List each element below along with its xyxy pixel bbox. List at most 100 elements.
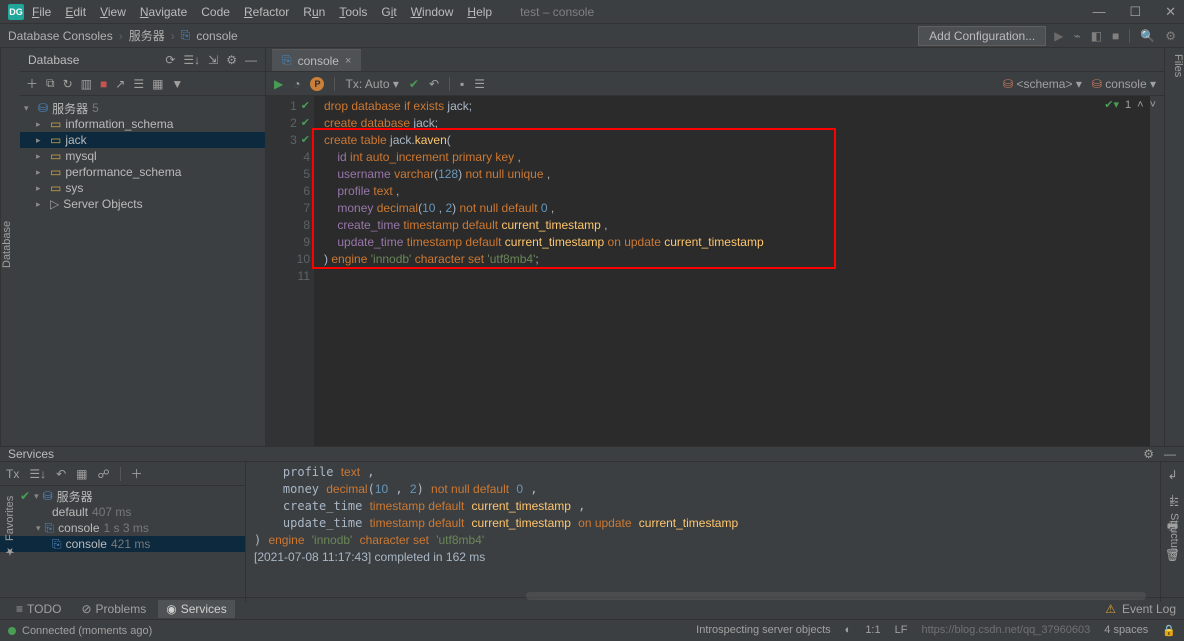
menu-window[interactable]: Window — [411, 5, 454, 19]
menu-tools[interactable]: Tools — [339, 5, 367, 19]
rollback-icon[interactable]: ↶ — [56, 467, 66, 481]
files-tool-stripe[interactable]: Files — [1164, 48, 1184, 446]
table-icon[interactable]: ▦ — [152, 77, 163, 91]
tree-server-objects[interactable]: ▸ ▷ Server Objects — [20, 196, 265, 212]
favorites-tool-stripe[interactable]: ★ Favorites — [0, 462, 20, 592]
tree-jack[interactable]: ▸ ▭ jack — [20, 132, 265, 148]
add-icon[interactable]: ＋ — [131, 465, 143, 482]
cancel-icon[interactable]: ▪ — [460, 77, 464, 91]
menu-refactor[interactable]: Refactor — [244, 5, 289, 19]
tx-icon[interactable]: ☰ — [133, 77, 144, 91]
status-pos[interactable]: 1:1 — [865, 624, 880, 637]
history-icon[interactable]: ◔ — [293, 77, 300, 91]
menu-navigate[interactable]: Navigate — [140, 5, 187, 19]
tree-server-row[interactable]: ▾ ⛁ 服务器 5 — [20, 100, 265, 116]
app-logo: DG — [8, 4, 24, 20]
coverage-icon[interactable]: ◧ — [1091, 29, 1102, 43]
execute-icon[interactable]: ▶ — [274, 77, 283, 91]
chevron-down-icon[interactable]: ▾ — [34, 491, 39, 502]
services-row-console[interactable]: ▾ ⎘ console 1 s 3 ms — [0, 520, 245, 536]
status-lf[interactable]: LF — [895, 624, 908, 637]
status-indent[interactable]: 4 spaces — [1104, 624, 1148, 637]
ddl-icon[interactable]: ▥ — [81, 77, 92, 91]
chevron-right-icon[interactable]: ▸ — [36, 119, 46, 130]
explain-icon[interactable]: P — [310, 77, 324, 91]
collapse-icon[interactable]: ⇲ — [208, 53, 218, 67]
minimize-icon[interactable]: ― — [1092, 4, 1105, 20]
menu-file[interactable]: File — [32, 5, 51, 19]
disconnect-icon[interactable]: ■ — [100, 77, 107, 91]
menu-git[interactable]: Git — [381, 5, 396, 19]
search-icon[interactable]: 🔍 — [1140, 29, 1155, 43]
gear-icon[interactable]: ⚙ — [1143, 447, 1154, 461]
sync-icon[interactable]: ⟳ — [165, 53, 175, 67]
add-configuration-button[interactable]: Add Configuration... — [918, 26, 1046, 46]
tx-mode-select[interactable]: Tx: Auto ▾ — [345, 77, 398, 91]
check-icon: ✔ — [301, 98, 310, 115]
up-icon[interactable]: ˄ — [1137, 99, 1143, 111]
chevron-down-icon[interactable]: ▾ — [24, 103, 34, 114]
chevron-right-icon[interactable]: ▸ — [36, 151, 46, 162]
editor-body[interactable]: 1✔ 2✔ 3✔ 4 5 6 7 8 9 10 11 drop database… — [266, 96, 1164, 446]
stop-icon[interactable]: ■ — [1112, 29, 1119, 43]
status-connected: Connected (moments ago) — [22, 625, 152, 637]
services-output[interactable]: profile text , money decimal(10 , 2) not… — [246, 462, 1160, 602]
tab-todo[interactable]: ≡TODO — [8, 600, 69, 618]
down-icon[interactable]: ˅ — [1150, 99, 1156, 111]
maximize-icon[interactable]: ☐ — [1129, 4, 1141, 20]
rollback-icon[interactable]: ↶ — [429, 77, 439, 91]
refresh-icon[interactable]: ↻ — [63, 77, 73, 91]
horizontal-scrollbar[interactable] — [526, 592, 1146, 600]
jump-icon[interactable]: ↗ — [115, 77, 125, 91]
tab-services[interactable]: ◉Services — [158, 600, 235, 618]
hide-icon[interactable]: ― — [1164, 447, 1176, 461]
settings-icon[interactable]: ⚙ — [1165, 29, 1176, 43]
funnel-icon[interactable]: ▼ — [171, 77, 183, 91]
lock-icon[interactable]: 🔒 — [1162, 624, 1176, 637]
view-icon[interactable]: ☰ — [474, 77, 485, 91]
favorite-icon[interactable]: ☍ — [98, 467, 110, 481]
services-row-default[interactable]: default 407 ms — [0, 504, 245, 520]
close-icon[interactable]: ✕ — [1165, 4, 1176, 20]
debug-icon[interactable]: ⌁ — [1073, 29, 1080, 43]
menu-code[interactable]: Code — [201, 5, 230, 19]
console-selector[interactable]: ⛁ console ▾ — [1092, 77, 1156, 91]
menu-edit[interactable]: Edit — [65, 5, 86, 19]
filter-icon[interactable]: ☰↓ — [183, 53, 200, 67]
services-row-server[interactable]: ✔ ▾ ⛁ 服务器 — [0, 488, 245, 504]
editor-tab-console[interactable]: ⎘ console × — [272, 49, 361, 71]
tree-mysql[interactable]: ▸ ▭ mysql — [20, 148, 265, 164]
menu-view[interactable]: View — [100, 5, 126, 19]
services-row-console-child[interactable]: ⎘ console 421 ms — [0, 536, 245, 552]
chevron-right-icon[interactable]: ▸ — [36, 183, 46, 194]
hide-icon[interactable]: ― — [245, 53, 257, 67]
run-icon[interactable]: ▶ — [1054, 29, 1063, 43]
tree-info-schema[interactable]: ▸ ▭ information_schema — [20, 116, 265, 132]
tree-item-label: jack — [65, 133, 86, 147]
tab-problems[interactable]: ⊘Problems — [73, 600, 154, 618]
commit-icon[interactable]: ✔ — [409, 77, 419, 91]
commit-icon[interactable]: ☰↓ — [29, 467, 46, 481]
close-tab-icon[interactable]: × — [345, 55, 351, 67]
database-tool-stripe[interactable]: Database — [0, 48, 20, 446]
structure-tool-stripe[interactable]: ☷ Structure — [1164, 462, 1184, 592]
code-area[interactable]: drop database if exists jack; create dat… — [314, 96, 1150, 446]
menu-help[interactable]: Help — [467, 5, 492, 19]
breadcrumb-3[interactable]: console — [196, 29, 237, 43]
chevron-right-icon[interactable]: ▸ — [36, 135, 46, 146]
duplicate-icon[interactable]: ⧉ — [46, 76, 55, 91]
event-log-button[interactable]: Event Log — [1122, 602, 1176, 616]
breadcrumb-2[interactable]: 服务器 — [129, 27, 165, 44]
menu-run[interactable]: Run — [303, 5, 325, 19]
schema-selector[interactable]: ⛁ <schema> ▾ — [1003, 77, 1082, 91]
chevron-right-icon[interactable]: ▸ — [36, 167, 46, 178]
tree-sys[interactable]: ▸ ▭ sys — [20, 180, 265, 196]
view-icon[interactable]: ▦ — [76, 467, 87, 481]
tree-perf-schema[interactable]: ▸ ▭ performance_schema — [20, 164, 265, 180]
breadcrumb-1[interactable]: Database Consoles — [8, 29, 113, 43]
inspection-widget[interactable]: ✔▾ 1 ˄ ˅ — [1104, 98, 1156, 111]
chevron-down-icon[interactable]: ▾ — [36, 523, 41, 534]
gear-icon[interactable]: ⚙ — [226, 53, 237, 67]
new-icon[interactable]: ＋ — [26, 75, 38, 92]
chevron-right-icon[interactable]: ▸ — [36, 199, 46, 210]
